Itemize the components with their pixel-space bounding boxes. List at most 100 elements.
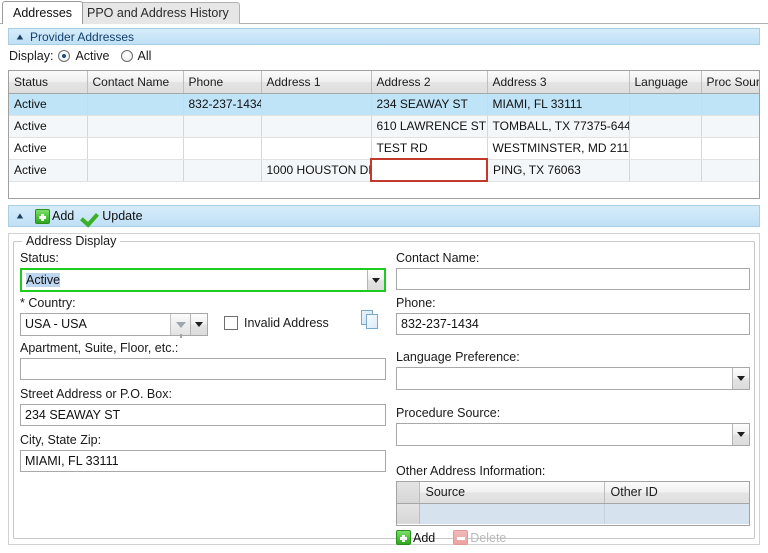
chevron-down-icon[interactable] (367, 270, 384, 290)
cell-address-2[interactable]: 234 SEAWAY ST (371, 93, 488, 116)
cell-address-3[interactable]: TOMBALL, TX 77375-6444 (487, 115, 630, 138)
cell-proc-source[interactable] (701, 137, 759, 160)
address-grid-body: Active 832-237-1434 234 SEAWAY ST MIAMI, FL… (9, 93, 759, 182)
cell-language[interactable] (629, 115, 702, 138)
contact-name-input[interactable] (396, 268, 750, 290)
radio-active-label[interactable]: Active (75, 49, 109, 63)
cell-address-1[interactable]: 1000 HOUSTON DR (261, 159, 372, 182)
cell-language[interactable] (629, 93, 702, 116)
tab-ppo-and-address-history[interactable]: PPO and Address History (76, 2, 240, 24)
add-address-button[interactable]: Add (35, 208, 75, 224)
cell-phone[interactable] (183, 137, 262, 160)
plus-box-icon (396, 530, 411, 545)
column-header-status[interactable]: Status (9, 71, 88, 94)
cell-status[interactable]: Active (9, 137, 88, 160)
cell-address-2[interactable] (370, 158, 488, 182)
display-filter-label: Display: (9, 49, 54, 63)
column-header-phone[interactable]: Phone (183, 71, 262, 94)
cell-contact-name[interactable] (87, 159, 184, 182)
column-header-contact-name[interactable]: Contact Name (87, 71, 184, 94)
radio-active[interactable] (58, 50, 71, 62)
cell-status[interactable]: Active (9, 93, 88, 116)
table-row[interactable]: Active 1000 HOUSTON DR PING, TX 76063 (9, 158, 759, 182)
cell-other-id[interactable] (604, 503, 749, 524)
phone-input[interactable]: 832-237-1434 (396, 313, 750, 335)
add-other-address-label: Add (413, 530, 436, 545)
chevron-down-icon[interactable] (732, 424, 749, 445)
table-row[interactable]: Active 610 LAWRENCE ST TOMBALL, TX 77375-6… (9, 115, 759, 138)
chevron-up-icon[interactable]: ▲ (13, 32, 27, 42)
cell-address-1[interactable] (261, 115, 372, 138)
cell-status[interactable]: Active (9, 115, 88, 138)
column-header-language[interactable]: Language (629, 71, 702, 94)
cell-status[interactable]: Active (9, 159, 88, 182)
cell-proc-source[interactable] (701, 115, 759, 138)
column-header-address-2[interactable]: Address 2 (371, 71, 488, 94)
chevron-down-icon[interactable] (190, 314, 207, 335)
cell-phone[interactable]: 832-237-1434 (183, 93, 262, 116)
cell-phone[interactable] (183, 159, 262, 182)
cell-proc-source[interactable] (701, 159, 759, 182)
cell-language[interactable] (629, 159, 702, 182)
street-label: Street Address or P.O. Box: (20, 387, 172, 401)
cell-address-3[interactable]: WESTMINSTER, MD 21158 (487, 137, 630, 160)
cell-proc-source[interactable] (701, 93, 759, 116)
address-grid[interactable]: Status Contact Name Phone Address 1 Addr… (8, 70, 760, 199)
chevron-down-icon[interactable] (732, 368, 749, 389)
cell-source[interactable] (419, 503, 605, 524)
column-header-source[interactable]: Source (419, 482, 605, 504)
table-row[interactable] (397, 503, 749, 524)
cell-address-2[interactable]: TEST RD (371, 137, 488, 160)
table-row[interactable]: Active TEST RD WESTMINSTER, MD 21158 (9, 137, 759, 160)
invalid-address-checkbox[interactable]: Invalid Address (224, 316, 329, 330)
funnel-icon[interactable] (170, 314, 190, 338)
update-address-button[interactable]: Update (82, 209, 142, 224)
copy-pages-icon[interactable] (361, 310, 383, 332)
cell-address-1[interactable] (261, 93, 372, 116)
procedure-source-dropdown[interactable] (396, 423, 750, 446)
address-display-groupbox: Address Display Status: Active * Country… (13, 234, 755, 545)
cell-address-1[interactable] (261, 137, 372, 160)
column-header-address-1[interactable]: Address 1 (261, 71, 372, 94)
radio-all[interactable] (120, 50, 133, 62)
chevron-up-icon[interactable]: ▲ (13, 211, 27, 221)
other-address-info-grid[interactable]: Source Other ID (396, 481, 750, 526)
city-state-zip-label: City, State Zip: (20, 433, 102, 447)
language-preference-dropdown[interactable] (396, 367, 750, 390)
provider-addresses-title: Provider Addresses (30, 29, 135, 44)
address-toolbar: ▲ Add Update (8, 205, 760, 227)
table-row[interactable]: Active 832-237-1434 234 SEAWAY ST MIAMI, FL… (9, 93, 759, 116)
add-address-label: Add (52, 209, 75, 223)
delete-other-address-button: Delete (453, 530, 506, 545)
other-address-info-label: Other Address Information: (396, 464, 546, 478)
display-filter: Display: Active All (9, 49, 157, 63)
checkbox-box[interactable] (224, 316, 238, 330)
tab-addresses[interactable]: Addresses (2, 1, 84, 24)
row-selector-cell[interactable] (397, 503, 420, 524)
city-state-zip-input[interactable]: MIAMI, FL 33111 (20, 450, 386, 472)
apartment-input[interactable] (20, 358, 386, 380)
cell-address-2[interactable]: 610 LAWRENCE ST (371, 115, 488, 138)
cell-address-3[interactable]: PING, TX 76063 (487, 159, 630, 182)
column-header-rowselect (397, 482, 420, 504)
country-dropdown[interactable]: USA - USA (20, 313, 208, 338)
cell-contact-name[interactable] (87, 137, 184, 160)
delete-other-address-label: Delete (470, 530, 507, 545)
plus-box-icon (35, 208, 50, 224)
cell-contact-name[interactable] (87, 93, 184, 116)
column-header-other-id[interactable]: Other ID (604, 482, 749, 504)
cell-contact-name[interactable] (87, 115, 184, 138)
add-other-address-button[interactable]: Add (396, 530, 435, 545)
status-value: Active (26, 272, 61, 287)
status-dropdown[interactable]: Active (20, 268, 386, 292)
provider-addresses-panel-header[interactable]: ▲ Provider Addresses (8, 28, 760, 45)
radio-all-label[interactable]: All (138, 49, 152, 63)
cell-address-3[interactable]: MIAMI, FL 33111 (487, 93, 630, 116)
cell-phone[interactable] (183, 115, 262, 138)
cell-language[interactable] (629, 137, 702, 160)
other-address-info-buttons: Add Delete (396, 530, 506, 545)
street-input[interactable]: 234 SEAWAY ST (20, 404, 386, 426)
column-header-address-3[interactable]: Address 3 (487, 71, 630, 94)
column-header-proc-source[interactable]: Proc Source (701, 71, 759, 94)
addresses-screen: Addresses PPO and Address History ▲ Prov… (0, 0, 768, 553)
